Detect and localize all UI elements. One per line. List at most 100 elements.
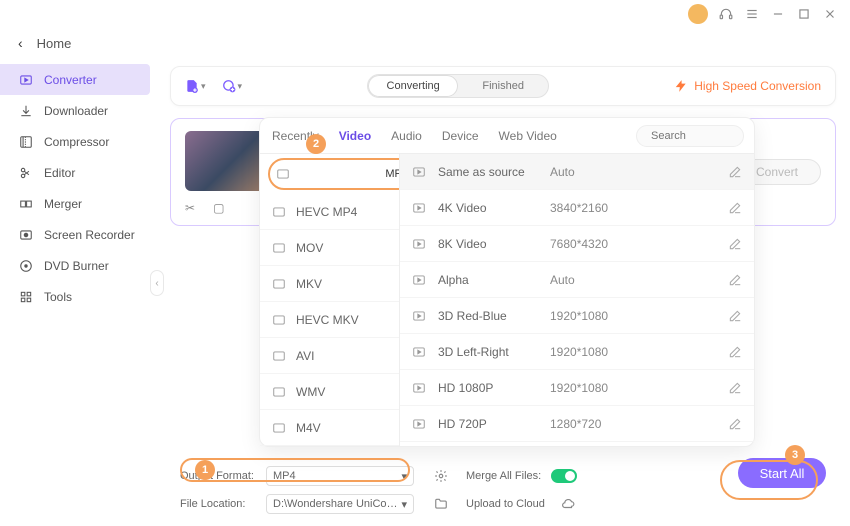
edit-icon[interactable]: [728, 345, 742, 359]
edit-icon[interactable]: [728, 201, 742, 215]
chevron-down-icon: ▾: [201, 81, 206, 92]
tools-icon: [18, 289, 34, 305]
sidebar-item-screen-recorder[interactable]: Screen Recorder: [0, 219, 158, 250]
merger-icon: [18, 196, 34, 212]
output-format-select[interactable]: MP4▾: [266, 466, 414, 486]
dvd-icon: [18, 258, 34, 274]
edit-icon[interactable]: [728, 237, 742, 251]
format-icon: [272, 385, 286, 399]
resolution-option[interactable]: 3D Left-Right1920*1080: [400, 334, 754, 370]
format-option[interactable]: HEVC MKV: [260, 302, 399, 338]
merge-toggle[interactable]: [551, 469, 577, 483]
crop-icon[interactable]: ▢: [213, 201, 224, 215]
format-icon: [272, 205, 286, 219]
resolution-option[interactable]: Same as sourceAuto: [400, 154, 754, 190]
callout-2: 2: [306, 134, 326, 154]
edit-icon[interactable]: [728, 165, 742, 179]
minimize-icon[interactable]: [770, 6, 786, 22]
edit-icon[interactable]: [728, 309, 742, 323]
edit-icon[interactable]: [728, 273, 742, 287]
start-all-button[interactable]: Start All: [738, 458, 826, 488]
menu-icon[interactable]: [744, 6, 760, 22]
gear-icon[interactable]: [434, 469, 448, 483]
upload-label: Upload to Cloud: [466, 498, 545, 510]
file-location-label: File Location:: [180, 498, 256, 510]
search-input[interactable]: [651, 130, 793, 142]
sidebar: ConverterDownloaderCompressorEditorMerge…: [0, 58, 158, 526]
sidebar-item-editor[interactable]: Editor: [0, 157, 158, 188]
close-icon[interactable]: [822, 6, 838, 22]
resolution-option[interactable]: 4K Video3840*2160: [400, 190, 754, 226]
format-search[interactable]: [636, 125, 744, 147]
editor-icon: [18, 165, 34, 181]
format-option[interactable]: M4V: [260, 410, 399, 446]
collapse-sidebar-button[interactable]: ‹: [150, 270, 164, 296]
maximize-icon[interactable]: [796, 6, 812, 22]
format-list: MP4 HEVC MP4MOVMKVHEVC MKVAVIWMVM4V: [260, 154, 400, 446]
bolt-icon: [674, 79, 688, 93]
sidebar-item-dvd-burner[interactable]: DVD Burner: [0, 250, 158, 281]
edit-icon[interactable]: [728, 381, 742, 395]
video-icon: [412, 345, 426, 359]
folder-icon[interactable]: [434, 497, 448, 511]
sidebar-item-converter[interactable]: Converter: [0, 64, 150, 95]
merge-label: Merge All Files:: [466, 470, 541, 482]
format-tab-video[interactable]: Video: [339, 129, 371, 143]
format-dropdown: RecentlyVideoAudioDeviceWeb Video MP4HEV…: [259, 117, 755, 447]
converter-icon: [18, 72, 34, 88]
format-tab-audio[interactable]: Audio: [391, 129, 422, 143]
format-icon: [272, 421, 286, 435]
toolbar-card: ▾ ▾ Converting Finished High Speed Conve…: [170, 66, 836, 106]
video-icon: [412, 417, 426, 431]
high-speed-conversion[interactable]: High Speed Conversion: [674, 79, 821, 93]
format-icon: [272, 313, 286, 327]
format-option[interactable]: WMV: [260, 374, 399, 410]
edit-icon[interactable]: [728, 417, 742, 431]
recorder-icon: [18, 227, 34, 243]
format-tab-device[interactable]: Device: [442, 129, 479, 143]
sidebar-item-tools[interactable]: Tools: [0, 281, 158, 312]
home-row[interactable]: ‹ Home: [0, 28, 850, 58]
sidebar-item-downloader[interactable]: Downloader: [0, 95, 158, 126]
titlebar: [0, 0, 850, 28]
tab-finished[interactable]: Finished: [458, 75, 548, 97]
video-icon: [412, 237, 426, 251]
video-icon: [412, 201, 426, 215]
format-option[interactable]: HEVC MP4: [260, 194, 399, 230]
callout-3: 3: [785, 445, 805, 465]
add-file-button[interactable]: ▾: [185, 79, 206, 93]
resolution-option[interactable]: HD 1080P1920*1080: [400, 370, 754, 406]
headset-icon[interactable]: [718, 6, 734, 22]
status-tabs[interactable]: Converting Finished: [367, 74, 549, 98]
back-icon[interactable]: ‹: [18, 35, 23, 51]
resolution-option[interactable]: 8K Video7680*4320: [400, 226, 754, 262]
format-option[interactable]: MOV: [260, 230, 399, 266]
sidebar-item-compressor[interactable]: Compressor: [0, 126, 158, 157]
format-option[interactable]: AVI: [260, 338, 399, 374]
resolution-list: Same as sourceAuto4K Video3840*21608K Vi…: [400, 154, 754, 446]
edit-tools: ✂ ▢: [185, 201, 224, 215]
avatar[interactable]: [688, 4, 708, 24]
tab-converting[interactable]: Converting: [368, 75, 458, 97]
chevron-down-icon: ▾: [238, 81, 243, 92]
format-icon: [272, 277, 286, 291]
video-icon: [412, 309, 426, 323]
download-icon: [18, 103, 34, 119]
callout-1: 1: [195, 460, 215, 480]
cloud-icon[interactable]: [561, 497, 575, 511]
format-icon: [272, 241, 286, 255]
format-option[interactable]: MKV: [260, 266, 399, 302]
compress-icon: [18, 134, 34, 150]
format-tab-web-video[interactable]: Web Video: [499, 129, 557, 143]
resolution-option[interactable]: HD 720P1280*720: [400, 406, 754, 442]
format-option[interactable]: MP4: [268, 158, 400, 190]
resolution-option[interactable]: 3D Red-Blue1920*1080: [400, 298, 754, 334]
video-icon: [412, 273, 426, 287]
bottom-bar: Output Format: MP4▾ Merge All Files: Fil…: [180, 460, 836, 516]
sidebar-item-merger[interactable]: Merger: [0, 188, 158, 219]
file-location-select[interactable]: D:\Wondershare UniConverter 1▾: [266, 494, 414, 514]
resolution-option[interactable]: AlphaAuto: [400, 262, 754, 298]
add-url-button[interactable]: ▾: [222, 79, 243, 93]
format-tabs: RecentlyVideoAudioDeviceWeb Video: [260, 118, 754, 154]
cut-icon[interactable]: ✂: [185, 201, 195, 215]
